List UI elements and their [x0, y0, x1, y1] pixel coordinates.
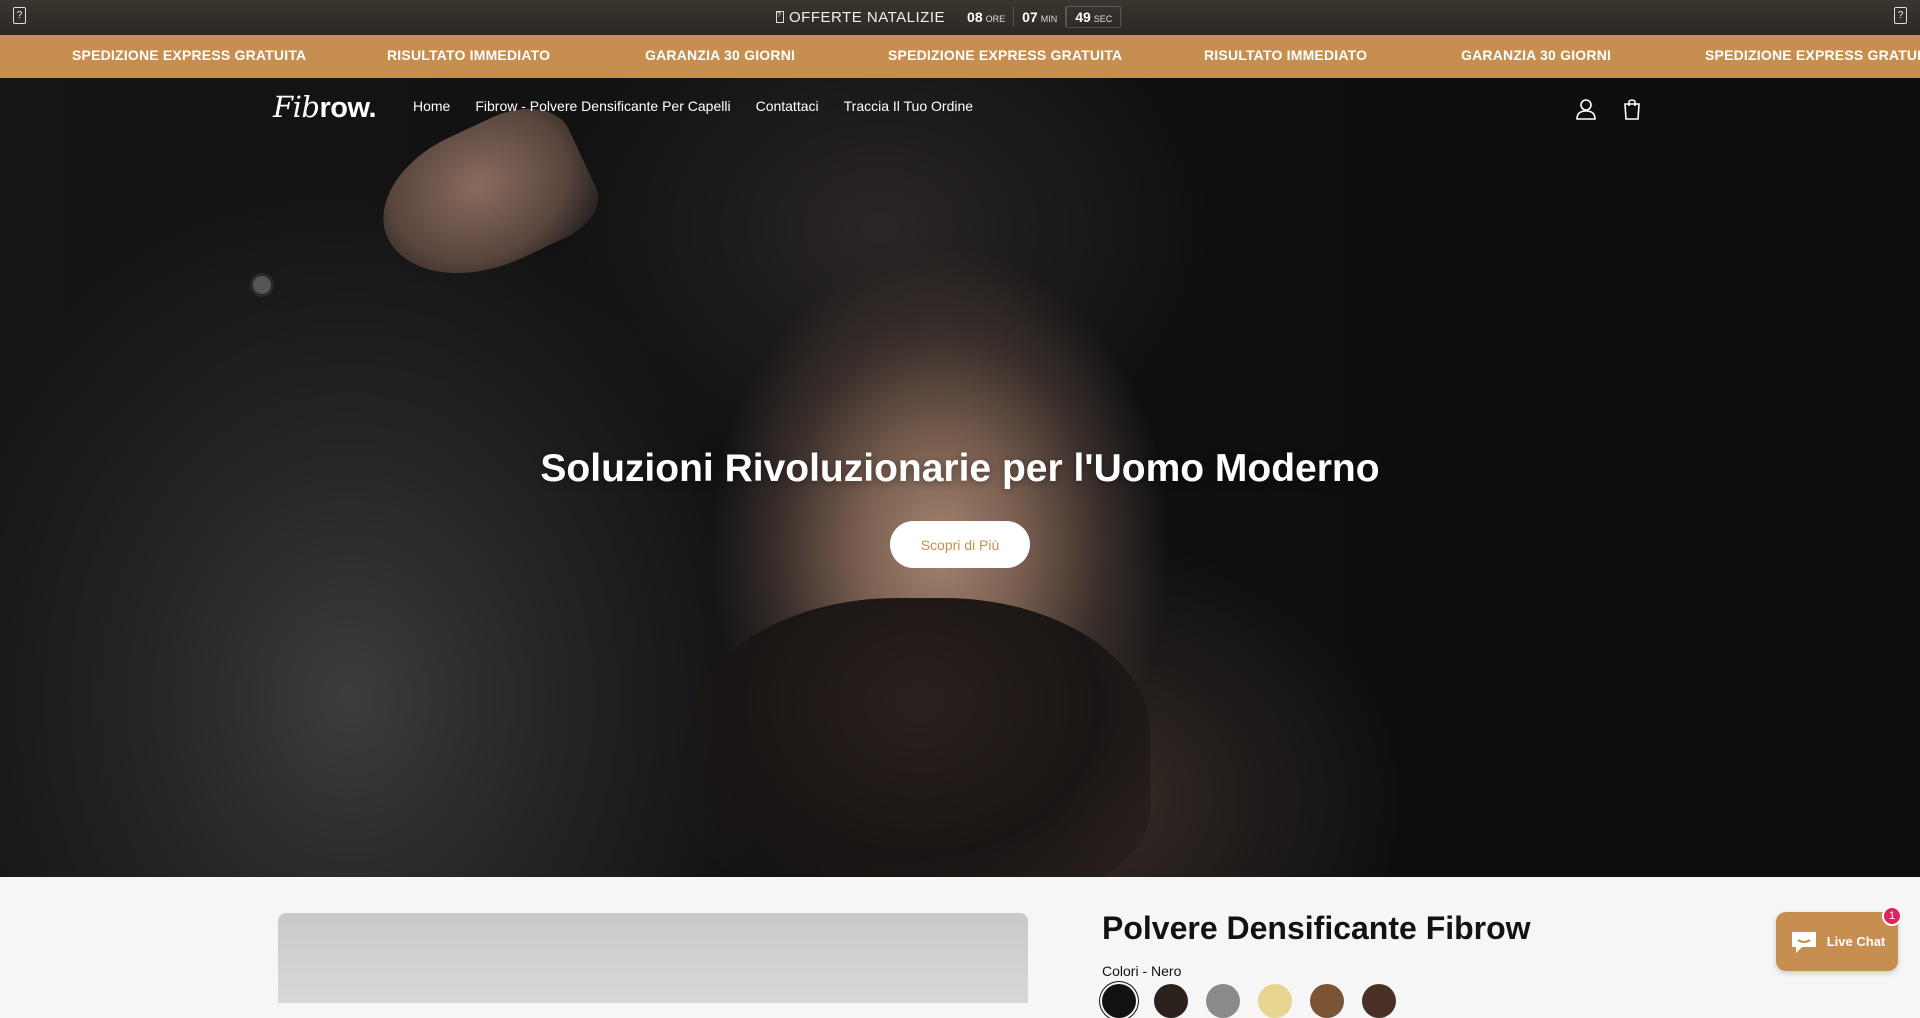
marquee-item: RISULTATO IMMEDIATO — [387, 47, 551, 63]
color-swatch[interactable] — [1102, 984, 1136, 1018]
cart-icon[interactable] — [1619, 96, 1645, 122]
countdown-hours: 08 ORE — [959, 7, 1015, 27]
hero-image-beard — [690, 598, 1150, 877]
main-nav: Home Fibrow - Polvere Densificante Per C… — [413, 98, 973, 114]
live-chat-label: Live Chat — [1826, 934, 1886, 949]
color-swatch[interactable] — [1362, 984, 1396, 1018]
color-swatch[interactable] — [1258, 984, 1292, 1018]
hero-banner: Soluzioni Rivoluzionarie per l'Uomo Mode… — [0, 78, 1920, 877]
account-icon[interactable] — [1573, 96, 1599, 122]
marquee-item: SPEDIZIONE EXPRESS GRATUITA — [72, 47, 307, 63]
promo-bar: ? ? OFFERTE NATALIZIE 08 ORE 07 MIN 49 S… — [0, 0, 1920, 35]
variant-label: Colori - Nero — [1102, 963, 1182, 979]
countdown-minutes: 07 MIN — [1014, 7, 1067, 27]
corner-icon-right: ? — [1894, 7, 1907, 24]
countdown-seconds-value: 49 — [1075, 9, 1091, 25]
marquee-item: SPEDIZIONE EXPRESS GRATUITA — [1705, 47, 1920, 63]
color-swatch[interactable] — [1154, 984, 1188, 1018]
announcement-marquee: SPEDIZIONE EXPRESS GRATUITA RISULTATO IM… — [0, 35, 1920, 78]
product-section: Polvere Densificante Fibrow Colori - Ner… — [0, 877, 1920, 1018]
hero-image-cuff — [250, 273, 274, 297]
countdown: ? OFFERTE NATALIZIE 08 ORE 07 MIN 49 SEC — [776, 5, 1122, 29]
product-image[interactable] — [278, 913, 1028, 1003]
logo-part-1: Fib — [273, 90, 320, 124]
discover-button[interactable]: Scopri di Più — [890, 521, 1030, 568]
countdown-hours-value: 08 — [967, 9, 983, 25]
corner-icon-left: ? — [13, 7, 26, 24]
countdown-minutes-unit: MIN — [1040, 14, 1058, 24]
nav-contact[interactable]: Contattaci — [756, 98, 819, 114]
marquee-item: RISULTATO IMMEDIATO — [1204, 47, 1368, 63]
countdown-hours-unit: ORE — [985, 14, 1006, 24]
marquee-item: GARANZIA 30 GIORNI — [1461, 47, 1612, 63]
chat-notification-badge: 1 — [1882, 906, 1902, 926]
product-title: Polvere Densificante Fibrow — [1102, 910, 1531, 946]
marquee-item: GARANZIA 30 GIORNI — [645, 47, 796, 63]
nav-product[interactable]: Fibrow - Polvere Densificante Per Capell… — [475, 98, 730, 114]
color-swatch[interactable] — [1310, 984, 1344, 1018]
nav-home[interactable]: Home — [413, 98, 450, 114]
live-chat-button[interactable]: Live Chat — [1776, 912, 1898, 971]
site-header: Fibrow. Home Fibrow - Polvere Densifican… — [0, 78, 1920, 138]
marquee-item: SPEDIZIONE EXPRESS GRATUITA — [888, 47, 1123, 63]
chat-icon — [1791, 931, 1816, 953]
nav-track-order[interactable]: Traccia Il Tuo Ordine — [844, 98, 973, 114]
promo-title: ? OFFERTE NATALIZIE — [776, 9, 945, 26]
logo-part-2: row. — [319, 92, 377, 124]
color-swatches — [1102, 984, 1396, 1018]
countdown-seconds-unit: SEC — [1093, 14, 1113, 24]
promo-title-text: OFFERTE NATALIZIE — [789, 8, 946, 26]
hero-title: Soluzioni Rivoluzionarie per l'Uomo Mode… — [540, 447, 1380, 490]
color-swatch[interactable] — [1206, 984, 1240, 1018]
logo[interactable]: Fibrow. — [273, 90, 377, 125]
gift-icon: ? — [776, 11, 784, 23]
countdown-seconds: 49 SEC — [1066, 6, 1122, 28]
countdown-minutes-value: 07 — [1022, 9, 1038, 25]
